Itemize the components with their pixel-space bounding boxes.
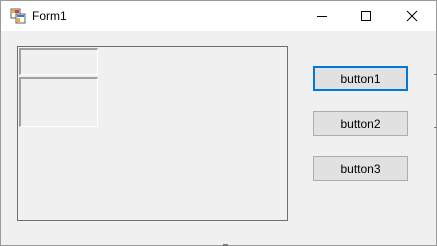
close-icon: [406, 10, 418, 22]
minimize-button[interactable]: [299, 1, 345, 31]
button3[interactable]: button3: [313, 156, 408, 181]
button2[interactable]: button2: [313, 111, 408, 136]
minimize-icon: [316, 10, 328, 22]
inner-box-top[interactable]: [19, 48, 98, 75]
app-icon[interactable]: [10, 8, 26, 24]
button1[interactable]: button1: [313, 66, 408, 91]
form-window: Form1 button1 button2 button3: [0, 0, 437, 246]
maximize-button[interactable]: [343, 1, 389, 31]
title-bar[interactable]: Form1: [1, 1, 436, 31]
maximize-icon: [360, 10, 372, 22]
window-title: Form1: [32, 9, 67, 23]
close-button[interactable]: [389, 1, 435, 31]
panel-container[interactable]: [17, 46, 288, 221]
inner-box-bottom[interactable]: [19, 77, 98, 127]
form-client-area: button1 button2 button3: [1, 31, 436, 245]
